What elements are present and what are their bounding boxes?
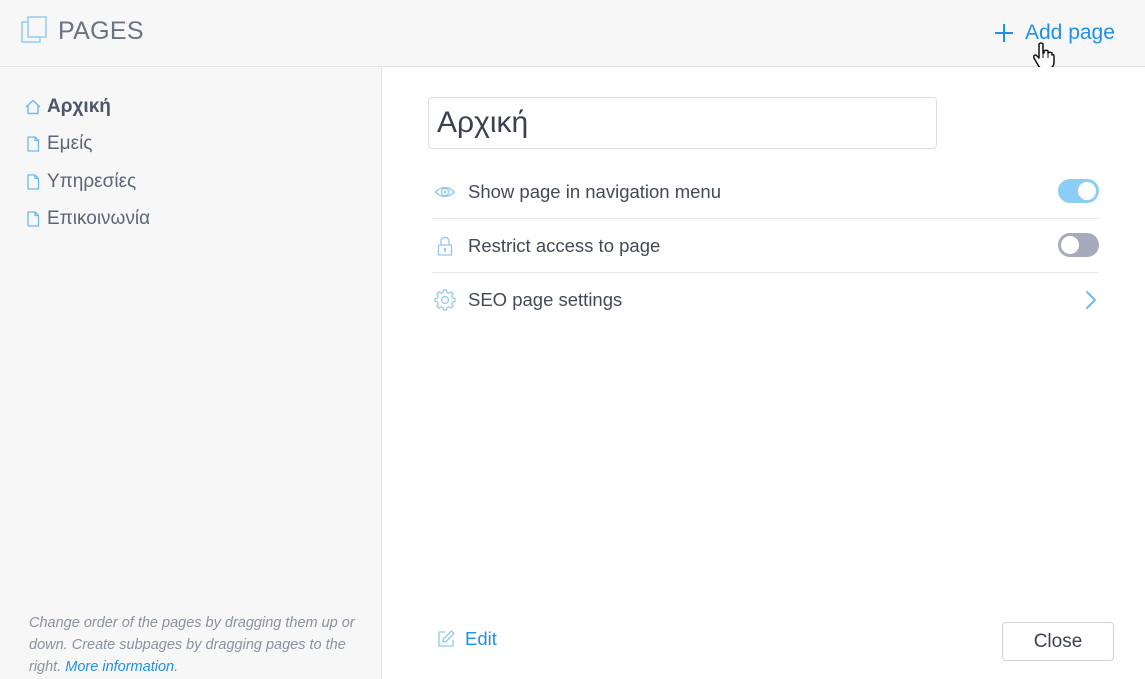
main-panel: Show page in navigation menu Restrict ac… [382,67,1145,679]
edit-button[interactable]: Edit [436,628,497,650]
close-button[interactable]: Close [1002,622,1114,661]
sidebar-item-epikoinonia[interactable]: Επικοινωνία [24,207,150,231]
setting-restrict-access: Restrict access to page [432,219,1099,273]
gear-icon [434,289,456,311]
setting-label: Show page in navigation menu [468,180,722,202]
setting-show-in-navigation: Show page in navigation menu [432,165,1099,219]
page-icon [27,174,40,190]
hand-cursor-icon [1033,42,1055,70]
sidebar: Αρχική Εμείς Υπηρεσίες Επικοινωνία Chang… [0,67,382,679]
lock-icon [437,236,453,256]
more-information-link[interactable]: More information [65,659,174,675]
plus-icon [995,24,1013,42]
toggle-knob [1061,236,1079,254]
edit-label: Edit [465,628,497,649]
sidebar-item-ypiresies[interactable]: Υπηρεσίες [24,170,136,194]
toggle-knob [1078,182,1096,200]
page-icon [27,211,40,227]
setting-label: Restrict access to page [468,234,661,256]
sidebar-item-label: Επικοινωνία [47,208,151,229]
page-name-input[interactable] [428,97,937,149]
sidebar-hint: Change order of the pages by dragging th… [29,612,364,678]
eye-icon [434,186,456,197]
sidebar-item-label: Αρχική [47,96,111,117]
sidebar-item-emeis[interactable]: Εμείς [24,132,92,156]
page-title: PAGES [58,17,144,45]
page-icon [27,136,40,152]
setting-label: SEO page settings [468,289,623,310]
chevron-right-icon[interactable] [1085,290,1097,310]
header: PAGES Add page [0,0,1145,70]
sidebar-item-label: Εμείς [47,133,93,154]
setting-seo[interactable]: SEO page settings [432,273,1099,327]
sidebar-item-label: Υπηρεσίες [47,171,137,192]
navigation-menu-toggle[interactable] [1058,179,1099,203]
restrict-access-toggle[interactable] [1058,233,1099,257]
edit-icon [438,630,455,647]
home-icon [25,99,41,115]
sidebar-item-home[interactable]: Αρχική [24,95,111,119]
pages-icon [21,16,47,43]
hint-end: . [174,659,179,675]
